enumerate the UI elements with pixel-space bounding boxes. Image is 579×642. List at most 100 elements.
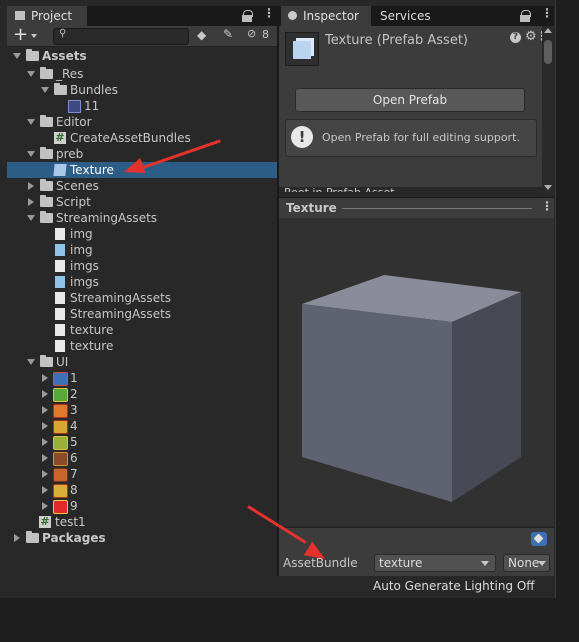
tree-label: img	[70, 243, 93, 257]
cube-preview[interactable]	[279, 218, 554, 526]
open-prefab-button[interactable]: Open Prefab	[295, 88, 525, 112]
preview-drag-handle[interactable]	[342, 208, 532, 209]
tree-item-ui-3[interactable]: 3	[7, 402, 277, 418]
folder-icon	[15, 11, 25, 20]
scroll-up-arrow-icon[interactable]	[544, 28, 552, 33]
tree-item-ui-9[interactable]: 9	[7, 498, 277, 514]
collapse-arrow-icon[interactable]	[28, 182, 34, 190]
tree-item-streamingassets-file[interactable]: StreamingAssets	[7, 290, 277, 306]
tree-item-bundles[interactable]: Bundles	[7, 82, 277, 98]
tab-project[interactable]: Project	[7, 6, 87, 26]
expand-arrow-icon[interactable]	[27, 119, 35, 125]
collapse-arrow-icon[interactable]	[42, 422, 48, 430]
project-toolbar: + ⚲ ◆ ✎ ⊘ 8	[7, 24, 277, 47]
info-icon	[288, 11, 297, 20]
file-icon	[55, 308, 65, 320]
tree-label: texture	[70, 339, 114, 353]
tree-label: CreateAssetBundles	[70, 131, 191, 145]
collapse-arrow-icon[interactable]	[42, 390, 48, 398]
tree-item-ui-1[interactable]: 1	[7, 370, 277, 386]
expand-arrow-icon[interactable]	[13, 53, 21, 59]
tree-label: imgs	[70, 259, 99, 273]
status-text: Auto Generate Lighting Off	[373, 579, 535, 593]
tab-services-label: Services	[380, 9, 431, 23]
preview-header[interactable]: Texture ⋮	[279, 197, 554, 219]
tree-item-ui-6[interactable]: 6	[7, 450, 277, 466]
tree-item-test1[interactable]: # test1	[7, 514, 277, 530]
expand-arrow-icon[interactable]	[27, 215, 35, 221]
tree-item-ui-8[interactable]: 8	[7, 482, 277, 498]
tree-label: Scenes	[56, 179, 99, 193]
expand-arrow-icon[interactable]	[27, 151, 35, 157]
prefab-cube-icon	[293, 41, 311, 59]
collapse-arrow-icon[interactable]	[42, 438, 48, 446]
tree-item-scenes[interactable]: Scenes	[7, 178, 277, 194]
collapse-arrow-icon[interactable]	[42, 374, 48, 382]
expand-arrow-icon[interactable]	[27, 71, 35, 77]
expand-arrow-icon[interactable]	[27, 359, 35, 365]
filter-by-type-icon[interactable]: ◆	[197, 28, 211, 42]
preview-area[interactable]	[279, 218, 554, 526]
scroll-down-arrow-icon[interactable]	[544, 185, 552, 190]
create-dropdown-icon[interactable]	[31, 34, 37, 38]
tree-item-streamingassets-folder[interactable]: StreamingAssets	[7, 210, 277, 226]
assetbundle-variant-dropdown[interactable]: None	[503, 554, 550, 572]
filter-by-label-icon[interactable]: ✎	[223, 27, 233, 41]
collapse-arrow-icon[interactable]	[42, 454, 48, 462]
tab-services[interactable]: Services	[373, 6, 453, 26]
tree-item-img[interactable]: img	[7, 226, 277, 242]
help-box: ! Open Prefab for full editing support.	[285, 119, 537, 157]
tree-item-createassetbundles[interactable]: # CreateAssetBundles	[7, 130, 277, 146]
collapse-arrow-icon[interactable]	[42, 502, 48, 510]
expand-arrow-icon[interactable]	[41, 87, 49, 93]
tree-item-script[interactable]: Script	[7, 194, 277, 210]
chevron-down-icon	[481, 561, 489, 566]
create-plus-icon[interactable]: +	[13, 24, 28, 45]
collapse-arrow-icon[interactable]	[42, 470, 48, 478]
hidden-packages-count: 8	[262, 28, 269, 41]
tree-item-assets[interactable]: Assets	[7, 48, 277, 64]
tree-label: Bundles	[70, 83, 119, 97]
collapse-arrow-icon[interactable]	[14, 534, 20, 542]
preview-menu-icon[interactable]: ⋮	[541, 199, 553, 213]
tree-label: StreamingAssets	[70, 307, 172, 321]
tree-item-texture-manifest[interactable]: texture	[7, 338, 277, 354]
tree-label: Editor	[56, 115, 92, 129]
tree-item-preb[interactable]: preb	[7, 146, 277, 162]
collapse-arrow-icon[interactable]	[42, 406, 48, 414]
tree-item-ui[interactable]: UI	[7, 354, 277, 370]
tab-inspector[interactable]: Inspector	[281, 6, 371, 26]
help-icon[interactable]: ?	[510, 32, 521, 43]
tree-item-res[interactable]: _Res	[7, 66, 277, 82]
kebab-menu-icon[interactable]: ⋮	[263, 6, 275, 20]
tree-item-packages[interactable]: Packages	[7, 530, 277, 546]
tree-item-img-texture[interactable]: img	[7, 242, 277, 258]
tree-item-streamingassets-manifest[interactable]: StreamingAssets	[7, 306, 277, 322]
collapse-arrow-icon[interactable]	[42, 486, 48, 494]
label-tag-icon[interactable]	[531, 532, 547, 546]
tree-item-ui-5[interactable]: 5	[7, 434, 277, 450]
tree-item-imgs-texture[interactable]: imgs	[7, 274, 277, 290]
scrollbar-thumb[interactable]	[544, 40, 552, 64]
tree-item-ui-2[interactable]: 2	[7, 386, 277, 402]
kebab-menu-icon[interactable]: ⋮	[541, 6, 553, 20]
tree-label: 5	[70, 435, 78, 449]
tree-item-texture-file[interactable]: texture	[7, 322, 277, 338]
csharp-script-icon: #	[39, 515, 51, 528]
search-input[interactable]: ⚲	[53, 28, 189, 45]
tree-label: _Res	[56, 67, 84, 81]
tree-item-ui-7[interactable]: 7	[7, 466, 277, 482]
settings-gear-icon[interactable]: ⚙	[525, 29, 537, 44]
hidden-packages-icon[interactable]: ⊘	[247, 27, 256, 40]
collapse-arrow-icon[interactable]	[28, 198, 34, 206]
tree-item-11[interactable]: 11	[7, 98, 277, 114]
assetbundle-name-dropdown[interactable]: texture	[374, 554, 496, 572]
file-icon	[55, 340, 65, 352]
inspector-header: Texture (Prefab Asset) ? ⚙ ⋮	[279, 26, 548, 71]
tree-item-imgs[interactable]: imgs	[7, 258, 277, 274]
folder-icon	[40, 211, 53, 223]
assetbundle-name-value: texture	[379, 556, 423, 570]
asset-bundle-icon	[68, 100, 81, 113]
tree-item-ui-4[interactable]: 4	[7, 418, 277, 434]
tree-item-editor[interactable]: Editor	[7, 114, 277, 130]
